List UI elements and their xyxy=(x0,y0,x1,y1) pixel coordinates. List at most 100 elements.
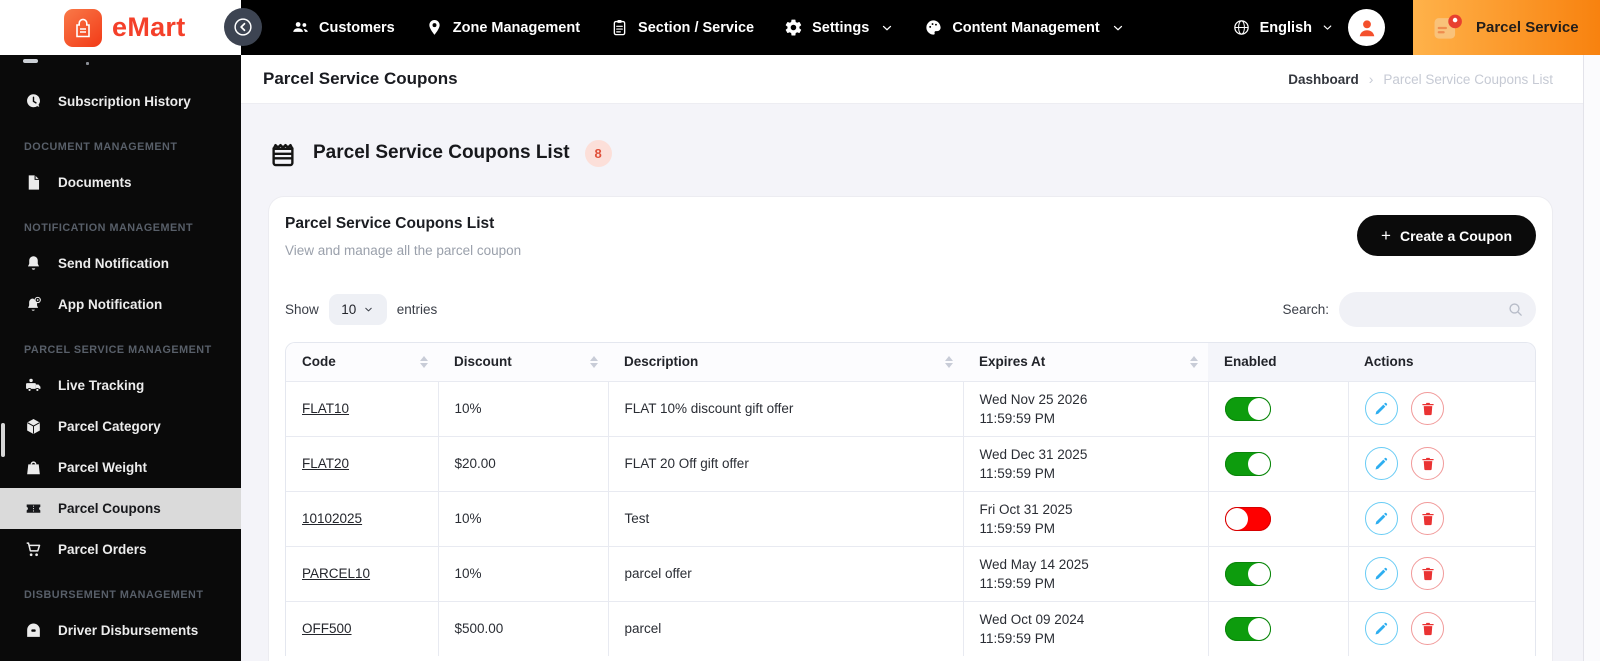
show-label: Show xyxy=(285,302,319,317)
nav-item-customers[interactable]: Customers xyxy=(291,18,395,37)
coupon-code-link[interactable]: PARCEL10 xyxy=(302,566,370,581)
sidebar-item-driver-disbursements[interactable]: Driver Disbursements xyxy=(0,610,241,651)
parcel-service-tab[interactable]: Parcel Service xyxy=(1413,0,1600,55)
expires-cell: Wed Dec 31 2025 11:59:59 PM xyxy=(962,435,1208,491)
description-cell: FLAT 10% discount gift offer xyxy=(607,380,963,436)
column-header-discount[interactable]: Discount xyxy=(438,343,608,381)
page-title: Parcel Service Coupons xyxy=(263,69,458,88)
sort-icon xyxy=(590,355,598,368)
sidebar-item-parcel-weight[interactable]: Parcel Weight xyxy=(0,447,241,488)
edit-button[interactable] xyxy=(1364,557,1398,590)
column-header-description[interactable]: Description xyxy=(608,343,963,381)
discount-cell: 10% xyxy=(437,545,608,601)
coupon-code-link[interactable]: FLAT10 xyxy=(302,401,349,416)
documents-icon xyxy=(24,173,43,192)
sidebar-item-live-tracking[interactable]: Live Tracking xyxy=(0,365,241,406)
sort-icon xyxy=(420,355,428,368)
nav-menu: Customers Zone Management Section / Serv… xyxy=(241,18,1125,37)
language-label: English xyxy=(1259,19,1312,36)
breadcrumb-dashboard-link[interactable]: Dashboard xyxy=(1288,72,1359,87)
card-subtitle: View and manage all the parcel coupon xyxy=(285,243,522,258)
trash-icon xyxy=(1420,511,1436,527)
create-coupon-button[interactable]: + Create a Coupon xyxy=(1357,215,1536,256)
sort-icon xyxy=(945,355,953,368)
nav-item-settings[interactable]: Settings xyxy=(784,18,894,37)
coupon-gift-icon xyxy=(268,138,298,168)
column-header-code[interactable]: Code xyxy=(286,343,438,381)
sidebar-item-app-notification[interactable]: App Notification xyxy=(0,284,241,325)
sidebar-item-documents[interactable]: Documents xyxy=(0,162,241,203)
section-service-icon xyxy=(610,18,629,37)
edit-button[interactable] xyxy=(1364,392,1398,425)
zone-icon xyxy=(425,18,444,37)
brand[interactable]: eMart xyxy=(0,0,241,55)
coupons-table: Code Discount Description Expires At Enabled… xyxy=(285,342,1536,656)
coupon-code-link[interactable]: 10102025 xyxy=(302,511,362,526)
table-row: FLAT20 $20.00 FLAT 20 Off gift offer Wed… xyxy=(286,435,1535,491)
trash-icon xyxy=(1420,566,1436,582)
avatar-person-icon xyxy=(1354,15,1380,41)
coupon-code-link[interactable]: FLAT20 xyxy=(302,456,349,471)
chevron-down-icon xyxy=(363,304,374,315)
page-scrollbar[interactable] xyxy=(1583,55,1600,661)
delete-button[interactable] xyxy=(1411,612,1445,646)
sidebar-section-header: DISBURSEMENT MANAGEMENT xyxy=(24,589,204,601)
enabled-toggle[interactable] xyxy=(1224,396,1271,421)
pencil-icon xyxy=(1373,621,1389,637)
nav-item-zone-management[interactable]: Zone Management xyxy=(425,18,580,37)
delete-button[interactable] xyxy=(1411,447,1445,480)
column-header-enabled: Enabled xyxy=(1208,343,1348,381)
enabled-toggle[interactable] xyxy=(1224,561,1271,586)
driver-disbursements-icon xyxy=(24,621,43,640)
sidebar-collapse-button[interactable] xyxy=(224,8,262,46)
column-header-actions: Actions xyxy=(1348,343,1535,381)
expires-cell: Wed May 14 2025 11:59:59 PM xyxy=(962,545,1208,601)
nav-item-section-service[interactable]: Section / Service xyxy=(610,18,754,37)
user-avatar[interactable] xyxy=(1348,9,1385,46)
enabled-toggle[interactable] xyxy=(1224,616,1271,641)
edit-button[interactable] xyxy=(1364,447,1398,480)
live-tracking-icon xyxy=(24,376,43,395)
sidebar-item-parcel-category[interactable]: Parcel Category xyxy=(0,406,241,447)
enabled-toggle[interactable] xyxy=(1224,451,1271,476)
coupon-code-link[interactable]: OFF500 xyxy=(302,621,352,636)
sidebar-section-header: PARCEL SERVICE MANAGEMENT xyxy=(24,344,212,356)
main-content: Parcel Service Coupons Dashboard › Parce… xyxy=(241,55,1583,661)
description-cell: Test xyxy=(607,490,963,546)
sidebar-item-send-notification[interactable]: Send Notification xyxy=(0,243,241,284)
section-title: Parcel Service Coupons List xyxy=(313,142,570,163)
sidebar-item-parcel-coupons[interactable]: Parcel Coupons xyxy=(0,488,241,529)
delete-button[interactable] xyxy=(1411,502,1445,535)
table-row: OFF500 $500.00 parcel Wed Oct 09 2024 11:… xyxy=(286,600,1535,656)
breadcrumb-current: Parcel Service Coupons List xyxy=(1383,71,1553,87)
sidebar-item-parcel-orders[interactable]: Parcel Orders xyxy=(0,529,241,570)
top-navbar: eMart Customers Zone Management Section … xyxy=(0,0,1600,55)
description-cell: parcel offer xyxy=(607,545,963,601)
sidebar-scrollbar-thumb[interactable] xyxy=(1,423,5,457)
delete-button[interactable] xyxy=(1411,392,1445,425)
chevron-down-icon xyxy=(880,21,894,35)
brand-name: eMart xyxy=(112,12,186,42)
coupon-count-badge: 8 xyxy=(584,139,612,167)
table-row: PARCEL10 10% parcel offer Wed May 14 202… xyxy=(286,545,1535,601)
settings-icon xyxy=(784,18,803,37)
section-heading: Parcel Service Coupons List 8 xyxy=(268,138,1583,168)
search-icon xyxy=(1507,301,1524,318)
emart-logo-icon xyxy=(64,8,102,47)
edit-button[interactable] xyxy=(1364,502,1398,535)
sidebar-item-subscription-history[interactable]: Subscription History xyxy=(0,81,241,122)
pencil-icon xyxy=(1373,511,1389,527)
delete-button[interactable] xyxy=(1411,557,1445,590)
card-title: Parcel Service Coupons List xyxy=(285,215,495,232)
column-header-expires-at[interactable]: Expires At xyxy=(963,343,1208,381)
page-size-select[interactable]: 10 xyxy=(328,294,387,325)
service-tab-label: Parcel Service xyxy=(1476,19,1579,36)
sort-icon xyxy=(1190,355,1198,368)
pencil-icon xyxy=(1373,456,1389,472)
table-row: 10102025 10% Test Fri Oct 31 2025 11:59:5… xyxy=(286,490,1535,546)
sidebar: Subscription History DOCUMENT MANAGEMENT… xyxy=(0,55,241,661)
nav-item-content-management[interactable]: Content Management xyxy=(924,18,1124,37)
enabled-toggle[interactable] xyxy=(1224,506,1271,531)
language-selector[interactable]: English xyxy=(1232,18,1334,37)
edit-button[interactable] xyxy=(1364,612,1398,646)
